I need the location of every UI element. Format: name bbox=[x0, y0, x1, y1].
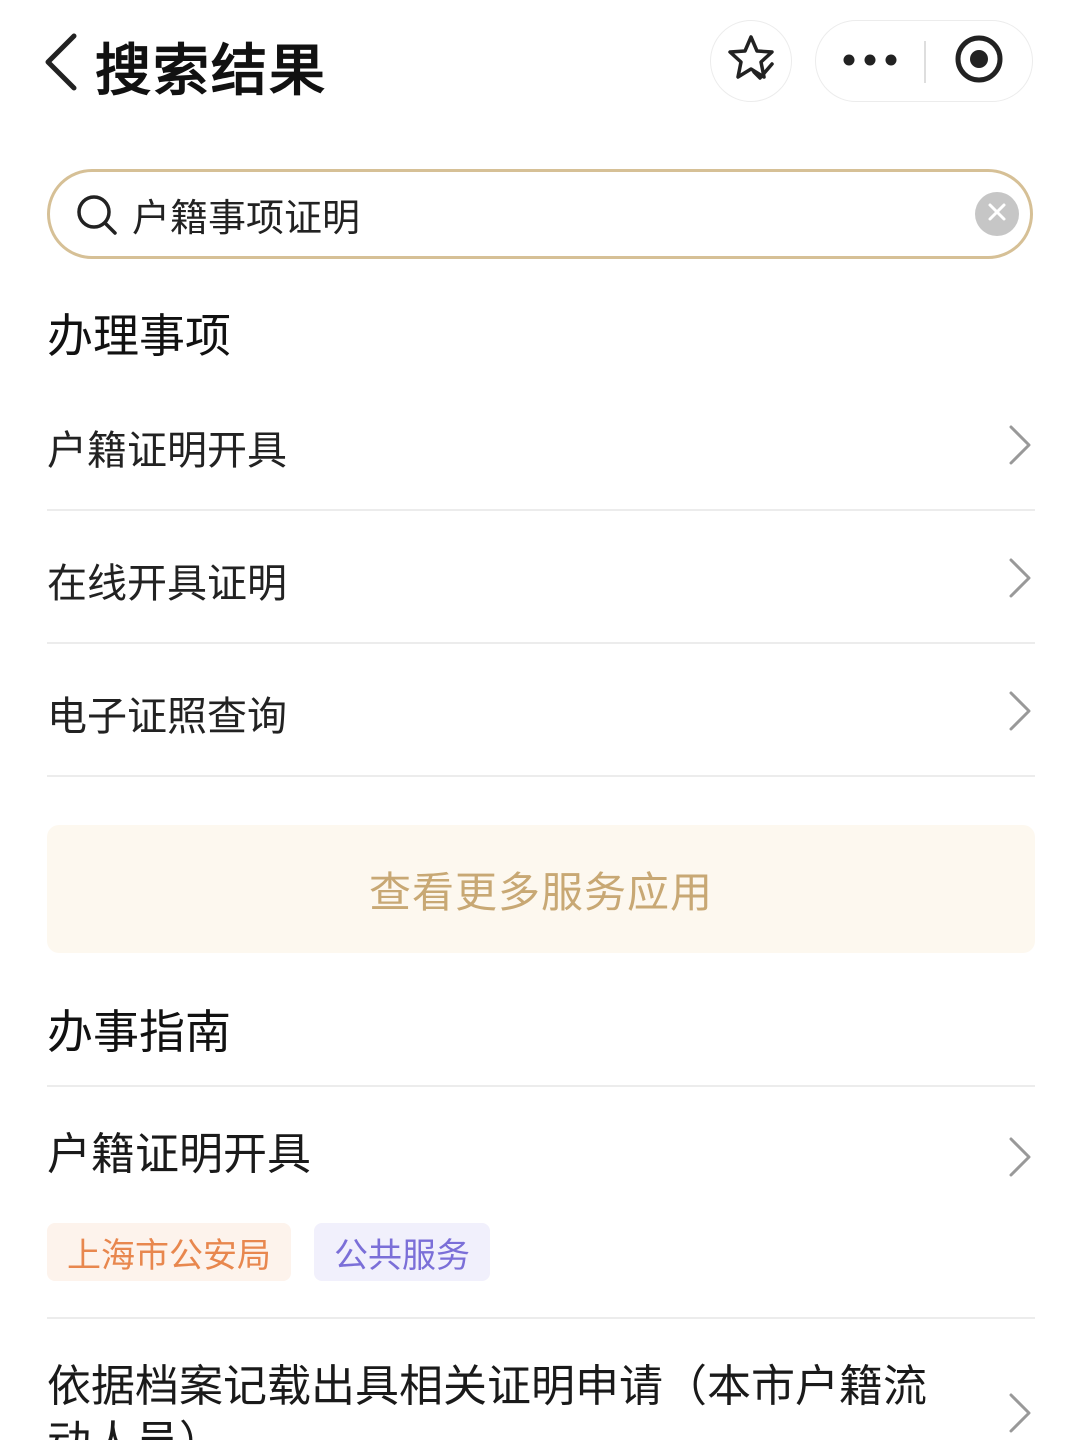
guide-section-title: 办事指南 bbox=[47, 1005, 231, 1059]
chevron-right-icon bbox=[1005, 1391, 1035, 1435]
header: 搜索结果 bbox=[0, 0, 1080, 125]
clear-circle-icon bbox=[987, 202, 1007, 226]
view-more-services-label: 查看更多服务应用 bbox=[368, 867, 713, 917]
chevron-right-icon bbox=[1005, 423, 1035, 467]
more-dots-icon bbox=[842, 52, 898, 71]
services-section-title: 办理事项 bbox=[47, 309, 231, 363]
page-title: 搜索结果 bbox=[95, 39, 327, 104]
service-item-label: 电子证照查询 bbox=[47, 694, 287, 740]
favorite-button[interactable] bbox=[710, 20, 792, 102]
more-button[interactable] bbox=[816, 21, 924, 101]
chevron-right-icon bbox=[1005, 1135, 1035, 1179]
service-item[interactable]: 在线开具证明 bbox=[47, 511, 1035, 644]
category-tag: 公共服务 bbox=[314, 1223, 490, 1281]
search-bar bbox=[47, 169, 1033, 259]
chevron-right-icon bbox=[1005, 556, 1035, 600]
clear-search-button[interactable] bbox=[975, 192, 1019, 236]
target-circle-icon bbox=[953, 33, 1005, 89]
chevron-right-icon bbox=[1005, 689, 1035, 733]
department-tag: 上海市公安局 bbox=[47, 1223, 291, 1281]
search-icon bbox=[76, 194, 118, 236]
service-item[interactable]: 电子证照查询 bbox=[47, 644, 1035, 777]
view-more-services-button[interactable]: 查看更多服务应用 bbox=[47, 825, 1035, 953]
service-item-label: 在线开具证明 bbox=[47, 561, 287, 607]
service-item[interactable]: 户籍证明开具 bbox=[47, 378, 1035, 511]
search-input[interactable] bbox=[132, 184, 952, 244]
guide-item-title: 依据档案记载出具相关证明申请（本市户籍流动人员） bbox=[47, 1361, 927, 1440]
page: 搜索结果 户籍事项证明 办理事项 户籍证明开具 在线开具证明 电子证照查询 查看… bbox=[0, 0, 1080, 1440]
star-check-icon bbox=[724, 32, 778, 90]
guide-item[interactable]: 依据档案记载出具相关证明申请（本市户籍流动人员） bbox=[47, 1319, 1035, 1440]
chevron-left-icon[interactable] bbox=[40, 32, 84, 92]
service-item-label: 户籍证明开具 bbox=[47, 428, 287, 474]
close-mini-program-button[interactable] bbox=[926, 21, 1032, 101]
guide-item[interactable]: 户籍证明开具 上海市公安局 公共服务 bbox=[47, 1087, 1035, 1317]
mini-program-capsule bbox=[815, 20, 1033, 102]
guide-item-title: 户籍证明开具 bbox=[47, 1129, 311, 1180]
